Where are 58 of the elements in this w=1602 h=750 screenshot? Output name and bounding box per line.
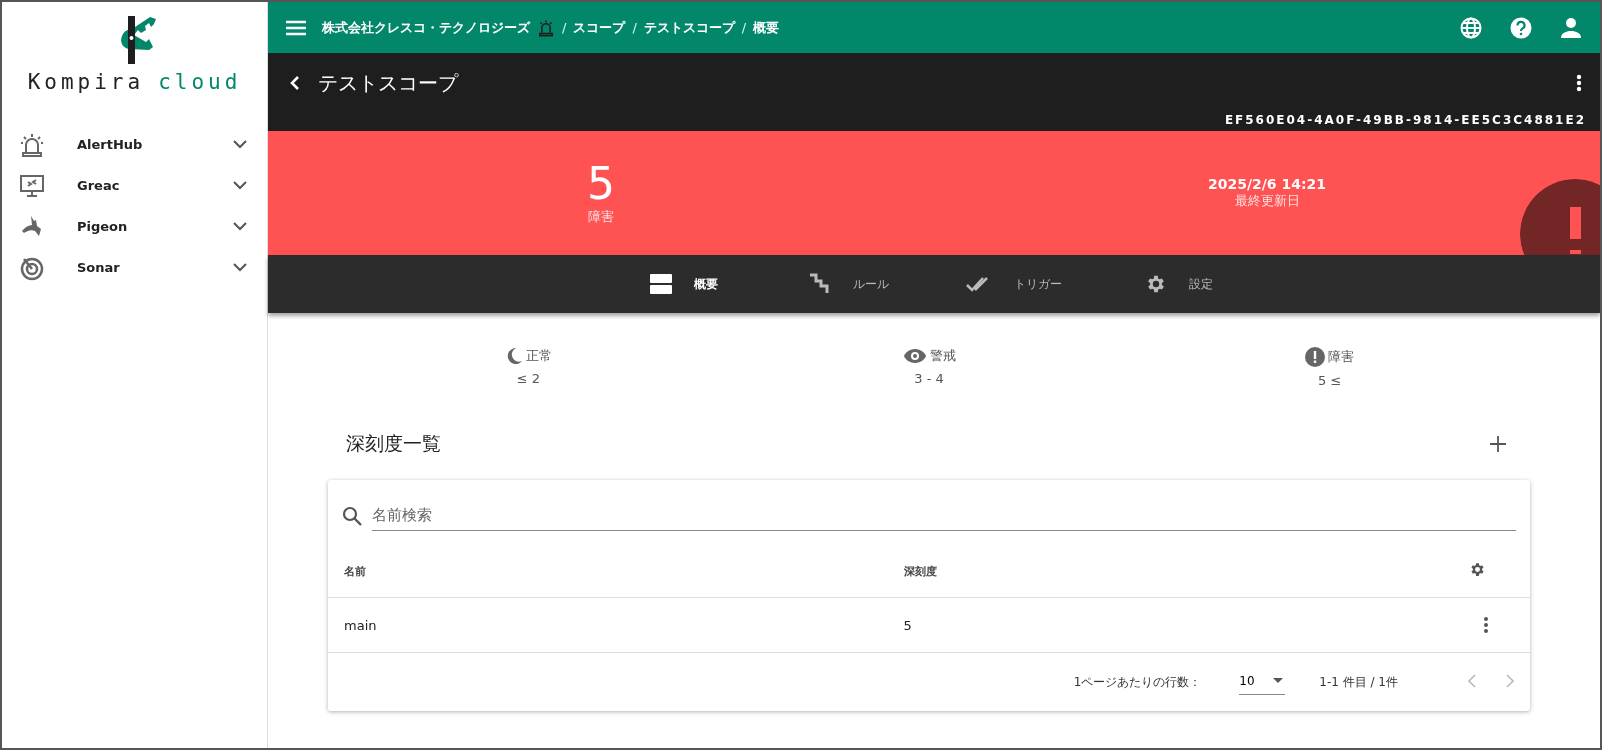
monitor-icon (19, 172, 45, 199)
sidebar-item[interactable]: Pigeon (77, 219, 233, 234)
tab[interactable]: トリガー (934, 255, 1099, 313)
threshold-range: 3 - 4 (914, 371, 944, 386)
search-icon (342, 505, 362, 526)
column-header[interactable]: 深刻度 (887, 545, 1453, 598)
logo-text: cloud (158, 70, 242, 94)
siren-icon (537, 18, 555, 37)
chevron-icon (233, 140, 247, 149)
tab[interactable]: 設定 (1099, 255, 1264, 313)
logo-text: Kompira (27, 70, 145, 94)
steps-icon (808, 273, 831, 295)
eye-icon (902, 348, 927, 364)
threshold-range: ≤ 2 (516, 371, 540, 386)
threshold-range: 5 ≤ (1318, 373, 1342, 388)
breadcrumb-separator: / (632, 20, 637, 35)
column-settings-icon (1469, 561, 1486, 578)
updated-label: 最終更新日 (1234, 192, 1300, 210)
alert-count: 5 (587, 160, 615, 208)
tab[interactable]: ルール (769, 255, 934, 313)
help-icon[interactable] (1510, 16, 1532, 39)
more-icon[interactable] (1483, 616, 1489, 634)
breadcrumb-link[interactable]: テストスコープ (643, 18, 735, 37)
count-label: 障害 (588, 208, 614, 226)
breadcrumb-separator: / (741, 20, 747, 35)
chevron-icon (233, 181, 247, 190)
breadcrumb-link[interactable]: 概要 (753, 18, 780, 37)
tab[interactable]: 概要 (604, 255, 769, 313)
table-cell: 5 (887, 597, 1453, 653)
menu-icon[interactable] (286, 19, 306, 36)
breadcrumb-link[interactable]: スコープ (573, 18, 626, 37)
breadcrumb-link[interactable]: 株式会社クレスコ・テクノロジーズ (322, 18, 530, 37)
scope-title: テストスコープ (318, 69, 460, 97)
table-cell: main (328, 597, 888, 653)
updated-time: 2025/2/6 14:21 (1207, 176, 1327, 192)
caret-icon (1272, 678, 1283, 683)
user-icon[interactable] (1560, 16, 1582, 39)
chevron-icon (233, 263, 247, 272)
sidebar-item[interactable]: Greac (77, 178, 233, 193)
rows-per-page-label: 1ページあたりの行数： (1073, 673, 1202, 691)
rows-per-page-select[interactable]: 10 (1239, 669, 1286, 695)
globe-icon[interactable] (1460, 16, 1482, 39)
scope-id: EF560E04-4A0F-49BB-9814-EE5C3C4881E2 (1223, 113, 1587, 127)
threshold-label: 正常 (525, 347, 552, 365)
column-header[interactable]: 名前 (328, 545, 888, 598)
threshold-label: 障害 (1328, 348, 1355, 366)
chevron-icon (233, 222, 247, 231)
sidebar-item[interactable]: AlertHub (77, 137, 233, 152)
siren-icon (19, 131, 45, 158)
section-title: 深刻度一覧 (346, 431, 441, 456)
sidebar-item[interactable]: Sonar (77, 260, 233, 275)
breadcrumb-separator: / (562, 20, 567, 35)
page-range: 1-1 件目 / 1件 (1319, 673, 1398, 691)
more-icon[interactable] (1576, 74, 1582, 92)
alert-icon (1305, 347, 1326, 367)
threshold-label: 警戒 (929, 347, 956, 365)
view-agenda-icon (649, 274, 672, 294)
back-icon[interactable] (290, 76, 300, 90)
